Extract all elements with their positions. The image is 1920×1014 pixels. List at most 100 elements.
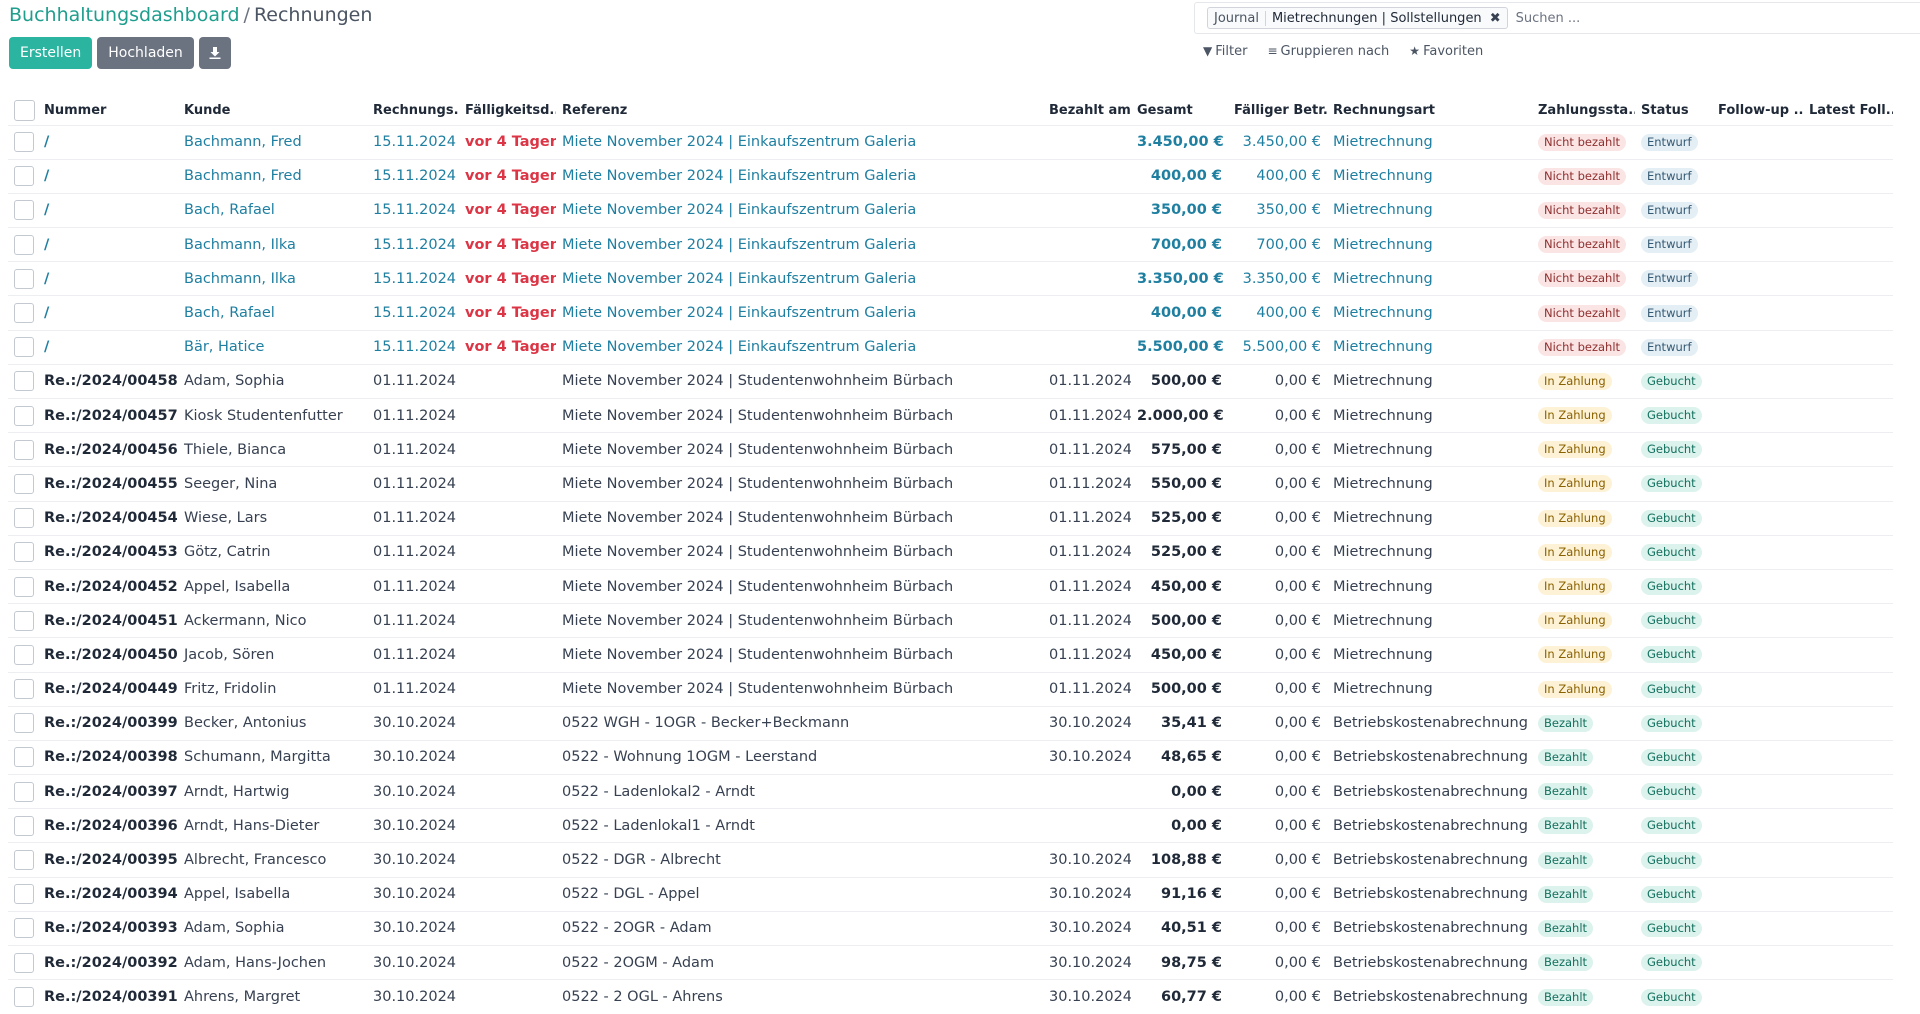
row-checkbox[interactable] [14,542,34,563]
row-select[interactable] [8,568,38,604]
row-checkbox[interactable] [14,576,34,597]
breadcrumb-parent-link[interactable]: Buchhaltungsdashboard [9,4,240,26]
row-select[interactable] [8,261,38,296]
upload-button[interactable]: Hochladen [97,37,194,69]
table-row[interactable]: / Bachmann, Fred 15.11.2024 vor 4 Tagen Miet… [8,124,1893,160]
row-select[interactable] [8,671,38,707]
table-row[interactable]: Re.:/2024/00456 Thiele, Bianca 01.11.2024 M… [8,432,1893,467]
row-select[interactable] [8,363,38,399]
row-select[interactable] [8,124,38,160]
facet-remove-icon[interactable]: ✖ [1488,11,1507,26]
table-row[interactable]: Re.:/2024/00455 Seeger, Nina 01.11.2024 Mie… [8,466,1893,502]
group-by-dropdown[interactable]: ≡ Gruppieren nach [1267,44,1389,59]
column-header-payment-status[interactable]: Zahlungssta... [1532,96,1635,125]
column-header-customer[interactable]: Kunde [178,96,367,125]
row-select[interactable] [8,329,38,365]
table-row[interactable]: Re.:/2024/00399 Becker, Antonius 30.10.202… [8,705,1893,741]
filter-dropdown[interactable]: ▼ Filter [1203,44,1247,59]
row-checkbox[interactable] [14,166,34,187]
select-all-checkbox[interactable] [8,96,38,125]
row-checkbox[interactable] [14,234,34,255]
row-select[interactable] [8,944,38,980]
row-select[interactable] [8,603,38,638]
column-header-follow-up[interactable]: Follow-up ... [1712,96,1803,125]
row-select[interactable] [8,397,38,433]
row-select[interactable] [8,637,38,672]
row-checkbox[interactable] [14,815,34,836]
create-button[interactable]: Erstellen [9,37,93,69]
row-checkbox[interactable] [14,781,34,802]
column-header-due-date[interactable]: Fälligkeitsd... [459,96,556,125]
table-row[interactable]: / Bachmann, Ilka 15.11.2024 vor 4 Tagen Miet… [8,227,1893,262]
row-select[interactable] [8,842,38,878]
table-row[interactable]: Re.:/2024/00454 Wiese, Lars 01.11.2024 Miet… [8,500,1893,536]
row-checkbox[interactable] [14,439,34,460]
row-checkbox[interactable] [14,644,34,665]
column-header-latest-follow-up[interactable]: Latest Foll... [1803,96,1893,125]
row-select[interactable] [8,227,38,262]
row-checkbox[interactable] [14,303,34,324]
row-checkbox[interactable] [14,884,34,905]
table-row[interactable]: Re.:/2024/00395 Albrecht, Francesco 30.10.… [8,842,1893,878]
row-select[interactable] [8,705,38,741]
column-header-paid-on[interactable]: Bezahlt am [1043,96,1131,125]
column-header-number[interactable]: Nummer [38,96,178,125]
row-select[interactable] [8,192,38,228]
row-checkbox[interactable] [14,337,34,358]
row-checkbox[interactable] [14,132,34,153]
row-select[interactable] [8,910,38,946]
row-checkbox[interactable] [14,473,34,494]
column-header-status[interactable]: Status [1635,96,1712,125]
row-select[interactable] [8,808,38,843]
table-row[interactable]: Re.:/2024/00453 Götz, Catrin 01.11.2024 Mie… [8,534,1893,570]
row-checkbox[interactable] [14,405,34,426]
download-button[interactable] [198,37,231,69]
row-checkbox[interactable] [14,610,34,631]
table-row[interactable]: / Bär, Hatice 15.11.2024 vor 4 Tagen Miete N… [8,329,1893,365]
column-header-reference[interactable]: Referenz [556,96,1043,125]
table-row[interactable]: / Bachmann, Ilka 15.11.2024 vor 4 Tagen Miet… [8,261,1893,296]
row-select[interactable] [8,534,38,570]
column-header-due-amount[interactable]: Fälliger Betr... [1228,96,1327,125]
row-select[interactable] [8,158,38,194]
row-select[interactable] [8,500,38,536]
row-checkbox[interactable] [14,268,34,289]
table-row[interactable]: Re.:/2024/00449 Fritz, Fridolin 01.11.2024… [8,671,1893,707]
table-row[interactable]: Re.:/2024/00396 Arndt, Hans-Dieter 30.10.2… [8,808,1893,843]
row-checkbox[interactable] [14,952,34,973]
row-select[interactable] [8,739,38,775]
row-checkbox[interactable] [14,850,34,871]
table-row[interactable]: Re.:/2024/00458 Adam, Sophia 01.11.2024 Mie… [8,363,1893,399]
table-row[interactable]: Re.:/2024/00450 Jacob, Sören 01.11.2024 Mie… [8,637,1893,672]
row-checkbox[interactable] [14,508,34,529]
row-checkbox[interactable] [14,987,34,1008]
table-row[interactable]: / Bach, Rafael 15.11.2024 vor 4 Tagen Miete … [8,295,1893,331]
row-select[interactable] [8,774,38,809]
row-checkbox[interactable] [14,371,34,392]
row-select[interactable] [8,466,38,502]
table-row[interactable]: Re.:/2024/00394 Appel, Isabella 30.10.2024… [8,876,1893,912]
search-input[interactable] [1513,9,1814,27]
row-checkbox[interactable] [14,747,34,768]
table-row[interactable]: / Bach, Rafael 15.11.2024 vor 4 Tagen Miete … [8,192,1893,228]
table-row[interactable]: Re.:/2024/00452 Appel, Isabella 01.11.2024… [8,568,1893,604]
row-select[interactable] [8,432,38,467]
checkbox[interactable] [14,99,35,121]
table-row[interactable]: Re.:/2024/00397 Arndt, Hartwig 30.10.2024 0… [8,774,1893,809]
row-checkbox[interactable] [14,200,34,221]
favorites-dropdown[interactable]: ★ Favoriten [1409,44,1483,59]
column-header-total[interactable]: Gesamt [1131,96,1228,125]
table-row[interactable]: Re.:/2024/00393 Adam, Sophia 30.10.2024 052… [8,910,1893,946]
row-select[interactable] [8,876,38,912]
row-checkbox[interactable] [14,679,34,700]
column-header-invoice-date[interactable]: Rechnungs... [367,96,459,125]
row-checkbox[interactable] [14,713,34,734]
table-row[interactable]: Re.:/2024/00398 Schumann, Margitta 30.10.2… [8,739,1893,775]
column-header-invoice-type[interactable]: Rechnungsart [1327,96,1532,125]
table-row[interactable]: Re.:/2024/00392 Adam, Hans-Jochen 30.10.20… [8,944,1893,980]
row-checkbox[interactable] [14,918,34,939]
table-row[interactable]: / Bachmann, Fred 15.11.2024 vor 4 Tagen Miet… [8,158,1893,194]
table-row[interactable]: Re.:/2024/00457 Kiosk Studentenfutter 01.1… [8,397,1893,433]
table-row[interactable]: Re.:/2024/00451 Ackermann, Nico 01.11.2024… [8,603,1893,638]
row-select[interactable] [8,295,38,331]
